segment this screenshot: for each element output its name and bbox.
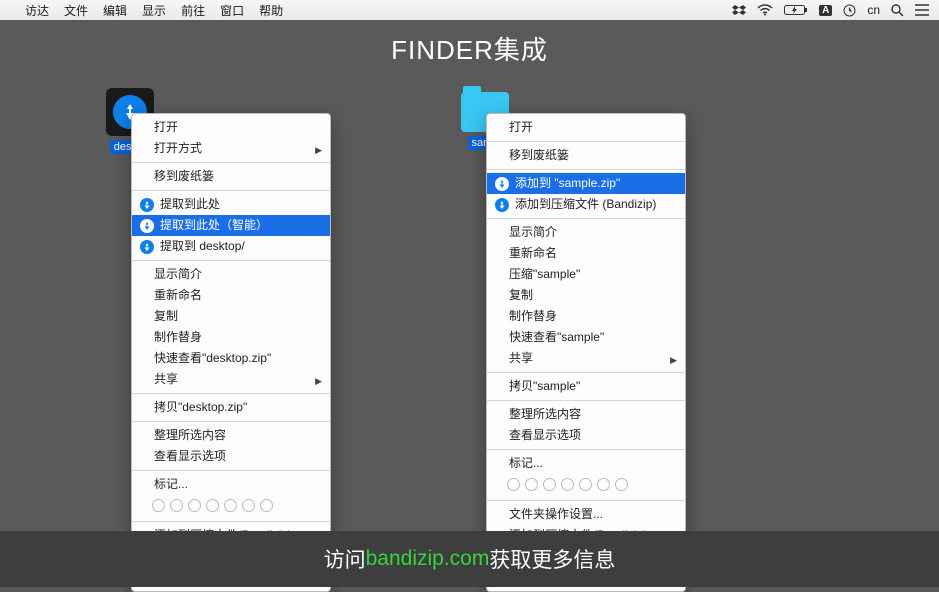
tag-dot[interactable]	[170, 499, 183, 512]
bandizip-icon	[495, 177, 509, 191]
tag-dot[interactable]	[597, 478, 610, 491]
page-title: FINDER集成	[0, 30, 939, 67]
menubar-item[interactable]: 帮助	[259, 2, 283, 19]
ctx-item-open-with[interactable]: 打开方式	[132, 138, 330, 159]
menu-icon[interactable]	[915, 4, 929, 16]
separator	[132, 521, 330, 522]
menubar-item[interactable]: 访达	[25, 2, 49, 19]
ctx-item-open[interactable]: 打开	[132, 117, 330, 138]
macos-menubar: 访达 文件 编辑 显示 前往 窗口 帮助 A cn	[0, 0, 939, 20]
tag-dot[interactable]	[561, 478, 574, 491]
tag-dot[interactable]	[260, 499, 273, 512]
ctx-item-open[interactable]: 打开	[487, 117, 685, 138]
context-menu-right: 打开 移到废纸篓 添加到 "sample.zip" 添加到压缩文件 (Bandi…	[486, 113, 686, 592]
separator	[487, 400, 685, 401]
separator	[132, 421, 330, 422]
tag-dot[interactable]	[224, 499, 237, 512]
bandizip-icon	[495, 198, 509, 212]
ctx-item-share[interactable]: 共享	[132, 369, 330, 390]
tag-dot[interactable]	[152, 499, 165, 512]
ctx-item-bandizip-extract-to[interactable]: 提取到 desktop/	[132, 236, 330, 257]
ctx-item-bandizip-extract-smart[interactable]: 提取到此处（智能）	[132, 215, 330, 236]
ime-indicator[interactable]: A	[819, 5, 832, 16]
menubar-right: A cn	[732, 3, 929, 17]
footer-text-pre: 访问	[324, 544, 366, 574]
clock-icon[interactable]	[843, 4, 856, 17]
ctx-item[interactable]: 快速查看"sample"	[487, 327, 685, 348]
ctx-item-bandizip-add-to-archive[interactable]: 添加到压缩文件 (Bandizip)	[487, 194, 685, 215]
wifi-icon[interactable]	[757, 4, 773, 16]
ctx-item-tags-label: 标记...	[132, 474, 330, 495]
separator	[132, 162, 330, 163]
footer-text-post: 获取更多信息	[489, 544, 615, 574]
ctx-item-tags-label: 标记...	[487, 453, 685, 474]
ime-lang[interactable]: cn	[867, 3, 880, 17]
ctx-tag-row[interactable]	[132, 495, 330, 518]
ctx-item[interactable]: 查看显示选项	[132, 446, 330, 467]
ctx-item[interactable]: 整理所选内容	[487, 404, 685, 425]
menubar-item[interactable]: 编辑	[103, 2, 127, 19]
separator	[132, 470, 330, 471]
ctx-item-trash[interactable]: 移到废纸篓	[487, 145, 685, 166]
ctx-item-trash[interactable]: 移到废纸篓	[132, 166, 330, 187]
menubar-item[interactable]: 显示	[142, 2, 166, 19]
tag-dot[interactable]	[525, 478, 538, 491]
separator	[487, 169, 685, 170]
tag-dot[interactable]	[579, 478, 592, 491]
context-menu-left: 打开 打开方式 移到废纸篓 提取到此处 提取到此处（智能） 提取到 deskto…	[131, 113, 331, 592]
separator	[132, 190, 330, 191]
ctx-tag-row[interactable]	[487, 474, 685, 497]
search-icon[interactable]	[891, 4, 904, 17]
ctx-item-bandizip-extract-here[interactable]: 提取到此处	[132, 194, 330, 215]
ctx-item[interactable]: 制作替身	[487, 306, 685, 327]
tag-dot[interactable]	[242, 499, 255, 512]
ctx-item[interactable]: 制作替身	[132, 327, 330, 348]
menubar-left: 访达 文件 编辑 显示 前往 窗口 帮助	[10, 2, 283, 19]
ctx-item[interactable]: 显示简介	[132, 264, 330, 285]
ctx-item[interactable]: 整理所选内容	[132, 425, 330, 446]
ctx-item-copy[interactable]: 拷贝"sample"	[487, 376, 685, 397]
separator	[487, 449, 685, 450]
ctx-item[interactable]: 快速查看"desktop.zip"	[132, 348, 330, 369]
menubar-item[interactable]: 前往	[181, 2, 205, 19]
ctx-item-folder-actions[interactable]: 文件夹操作设置...	[487, 504, 685, 525]
separator	[487, 141, 685, 142]
ctx-item-share[interactable]: 共享	[487, 348, 685, 369]
separator	[487, 500, 685, 501]
tag-dot[interactable]	[206, 499, 219, 512]
ctx-item[interactable]: 复制	[487, 285, 685, 306]
separator	[487, 218, 685, 219]
bandizip-icon	[140, 240, 154, 254]
ctx-item[interactable]: 重新命名	[487, 243, 685, 264]
ctx-item[interactable]: 重新命名	[132, 285, 330, 306]
tag-dot[interactable]	[543, 478, 556, 491]
menubar-item[interactable]: 文件	[64, 2, 88, 19]
ctx-item-copy[interactable]: 拷贝"desktop.zip"	[132, 397, 330, 418]
footer-link[interactable]: bandizip.com	[366, 547, 490, 571]
ctx-item[interactable]: 复制	[132, 306, 330, 327]
tag-dot[interactable]	[188, 499, 201, 512]
ctx-item[interactable]: 压缩"sample"	[487, 264, 685, 285]
ctx-item[interactable]: 显示简介	[487, 222, 685, 243]
ctx-item[interactable]: 查看显示选项	[487, 425, 685, 446]
tag-dot[interactable]	[507, 478, 520, 491]
battery-icon[interactable]	[784, 4, 808, 16]
menubar-item[interactable]: 窗口	[220, 2, 244, 19]
bandizip-icon	[140, 219, 154, 233]
tag-dot[interactable]	[615, 478, 628, 491]
footer-banner: 访问bandizip.com获取更多信息	[0, 531, 939, 587]
separator	[132, 393, 330, 394]
bandizip-icon	[140, 198, 154, 212]
separator	[132, 260, 330, 261]
separator	[487, 372, 685, 373]
dropbox-icon[interactable]	[732, 3, 746, 17]
ctx-item-bandizip-add-to-zip[interactable]: 添加到 "sample.zip"	[487, 173, 685, 194]
